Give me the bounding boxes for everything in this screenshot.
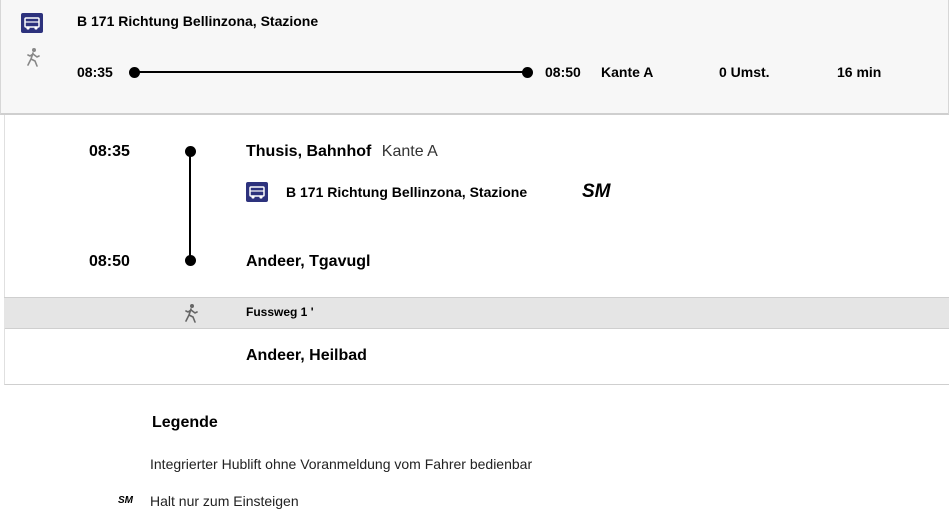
summary-route-line: [133, 71, 527, 73]
stop-dot-arrival: [185, 255, 196, 266]
journey-detail: [4, 115, 949, 297]
connection-summary[interactable]: B 171 Richtung Bellinzona, Stazione 08:3…: [0, 0, 949, 115]
summary-platform: Kante A: [601, 64, 654, 80]
summary-departure-time: 08:35: [77, 64, 113, 80]
stop-platform: Kante A: [381, 143, 438, 160]
legend-item-text: Halt nur zum Einsteigen: [150, 493, 299, 509]
walk-segment: [4, 297, 949, 329]
summary-line: B 171 Richtung Bellinzona, Stazione: [77, 13, 319, 29]
route-line-vertical: [189, 152, 191, 260]
stop-arrival[interactable]: Andeer, Tgavugl: [246, 253, 370, 271]
stop-departure[interactable]: Thusis, Bahnhof Kante A: [246, 143, 438, 161]
bus-icon: [246, 182, 268, 202]
legend-item-code: SM: [118, 495, 133, 506]
summary-transfers: 0 Umst.: [719, 64, 770, 80]
walk-icon: [24, 47, 42, 67]
legend-title: Legende: [152, 414, 218, 431]
stop-name: Thusis, Bahnhof: [246, 143, 372, 160]
summary-arrival-time: 08:50: [545, 64, 581, 80]
stop-time-departure: 08:35: [89, 143, 130, 160]
summary-duration: 16 min: [837, 64, 882, 80]
stop-time-arrival: 08:50: [89, 253, 130, 270]
leg-line[interactable]: B 171 Richtung Bellinzona, Stazione: [286, 184, 527, 200]
walk-label: Fussweg 1 ': [246, 305, 314, 319]
leg-attribute-sm: SM: [582, 181, 611, 202]
final-stop-row: [4, 328, 949, 385]
legend-item-text: Integrierter Hublift ohne Voranmeldung v…: [150, 456, 533, 472]
walk-icon: [182, 303, 200, 323]
bus-icon: [21, 13, 43, 33]
final-stop[interactable]: Andeer, Heilbad: [246, 347, 367, 365]
summary-end-dot: [522, 67, 533, 78]
